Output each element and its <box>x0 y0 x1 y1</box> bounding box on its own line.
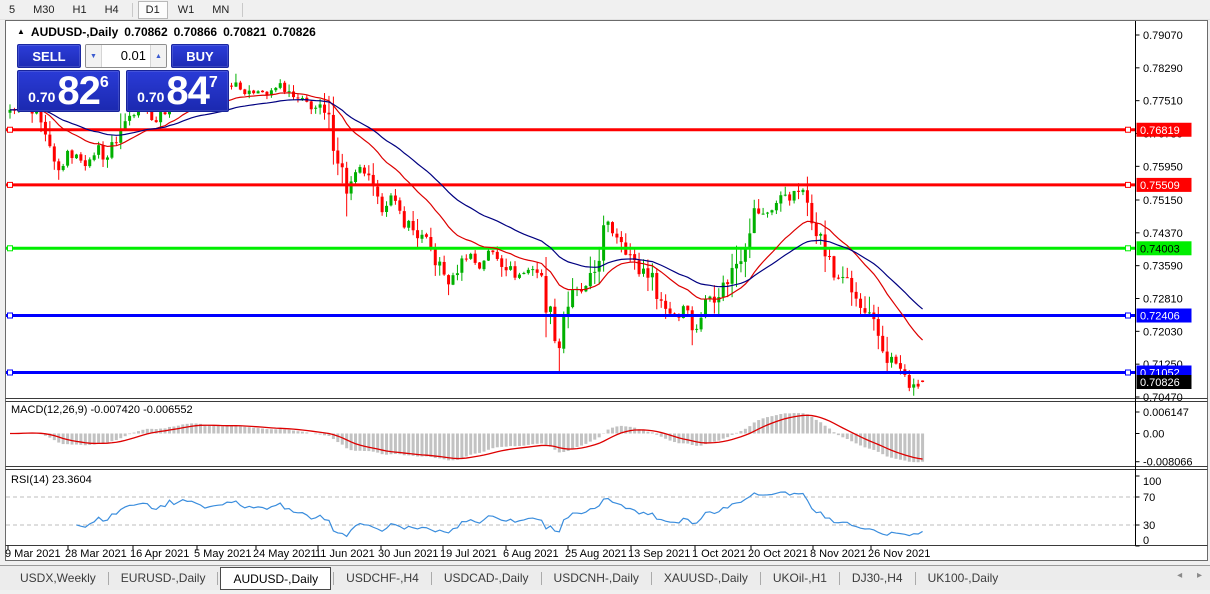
svg-text:19 Jul 2021: 19 Jul 2021 <box>440 548 497 560</box>
svg-text:MACD(12,26,9) -0.007420 -0.006: MACD(12,26,9) -0.007420 -0.006552 <box>11 404 193 416</box>
svg-text:13 Sep 2021: 13 Sep 2021 <box>628 548 690 560</box>
buy-button[interactable]: BUY <box>171 44 229 68</box>
svg-text:0.72406: 0.72406 <box>1140 311 1180 323</box>
one-click-trade-panel: SELL ▼ 0.01 ▲ BUY 0.70 82 6 0.70 84 7 <box>17 44 229 112</box>
sell-price-display[interactable]: 0.70 82 6 <box>17 70 120 112</box>
svg-text:1 Oct 2021: 1 Oct 2021 <box>692 548 746 560</box>
svg-text:0.73590: 0.73590 <box>1143 261 1183 273</box>
svg-text:24 May 2021: 24 May 2021 <box>253 548 317 560</box>
chart-tab-audusd-daily[interactable]: AUDUSD-,Daily <box>220 567 331 590</box>
chart-tab-ukoil-h1[interactable]: UKOil-,H1 <box>761 566 839 590</box>
tab-scroll-right-icon[interactable]: ▸ <box>1197 570 1202 581</box>
svg-text:0.75150: 0.75150 <box>1143 195 1183 207</box>
svg-text:11 Jun 2021: 11 Jun 2021 <box>315 548 375 560</box>
tab-divider <box>217 572 218 585</box>
timeframe-button-5[interactable]: 5 <box>1 1 23 19</box>
chart-tab-usdchf-h4[interactable]: USDCHF-,H4 <box>334 566 431 590</box>
svg-text:0.75509: 0.75509 <box>1140 180 1180 192</box>
ohlc-close: 0.70826 <box>272 25 315 39</box>
timeframe-button-h1[interactable]: H1 <box>65 1 95 19</box>
svg-text:0.70826: 0.70826 <box>1140 377 1180 389</box>
chart-tab-uk100-daily[interactable]: UK100-,Daily <box>916 566 1011 590</box>
volume-increase-icon[interactable]: ▲ <box>150 45 166 67</box>
chart-tab-xauusd-daily[interactable]: XAUUSD-,Daily <box>652 566 760 590</box>
chart-tab-eurusd-daily[interactable]: EURUSD-,Daily <box>109 566 218 590</box>
svg-text:26 Nov 2021: 26 Nov 2021 <box>868 548 930 560</box>
timeframe-toolbar: 5M30H1H4 D1W1MN <box>0 0 1210 20</box>
svg-text:0.00: 0.00 <box>1143 429 1164 441</box>
svg-text:0: 0 <box>1143 535 1149 547</box>
timeframe-button-mn[interactable]: MN <box>204 1 237 19</box>
svg-text:20 Oct 2021: 20 Oct 2021 <box>748 548 808 560</box>
tab-scroll-left-icon[interactable]: ◂ <box>1177 570 1182 581</box>
timeframe-button-w1[interactable]: W1 <box>170 1 203 19</box>
svg-text:0.72810: 0.72810 <box>1143 294 1183 306</box>
svg-text:9 Mar 2021: 9 Mar 2021 <box>5 548 61 560</box>
svg-text:0.74370: 0.74370 <box>1143 228 1183 240</box>
svg-text:8 Nov 2021: 8 Nov 2021 <box>810 548 866 560</box>
sell-price-pips: 82 <box>57 75 100 108</box>
volume-field[interactable]: 0.01 <box>102 45 150 67</box>
svg-text:28 Mar 2021: 28 Mar 2021 <box>65 548 127 560</box>
svg-text:30: 30 <box>1143 520 1155 532</box>
chart-tab-dj30-h4[interactable]: DJ30-,H4 <box>840 566 915 590</box>
ohlc-open: 0.70862 <box>124 25 167 39</box>
svg-text:0.70470: 0.70470 <box>1143 392 1183 404</box>
svg-text:0.006147: 0.006147 <box>1143 407 1189 419</box>
timeframe-button-h4[interactable]: H4 <box>97 1 127 19</box>
toolbar-divider <box>132 3 133 17</box>
sell-price-prefix: 0.70 <box>28 89 55 105</box>
svg-text:0.76819: 0.76819 <box>1140 125 1180 137</box>
svg-text:0.77510: 0.77510 <box>1143 96 1183 108</box>
svg-text:0.74003: 0.74003 <box>1140 243 1180 255</box>
svg-text:0.75950: 0.75950 <box>1143 161 1183 173</box>
toolbar-divider <box>242 3 243 17</box>
mt4-terminal: { "toolbar": { "items": [ {"label":"5","… <box>0 0 1210 589</box>
sell-price-point: 6 <box>100 74 109 92</box>
ohlc-high: 0.70866 <box>174 25 217 39</box>
sell-button[interactable]: SELL <box>17 44 81 68</box>
chart-tab-usdx-weekly[interactable]: USDX,Weekly <box>8 566 108 590</box>
timeframe-button-m30[interactable]: M30 <box>25 1 62 19</box>
ohlc-low: 0.70821 <box>223 25 266 39</box>
svg-text:RSI(14) 23.3604: RSI(14) 23.3604 <box>11 474 92 486</box>
timeframe-button-d1[interactable]: D1 <box>138 1 168 19</box>
buy-price-prefix: 0.70 <box>137 89 164 105</box>
svg-text:5 May 2021: 5 May 2021 <box>194 548 251 560</box>
chart-symbol-label: AUDUSD-,Daily <box>31 25 118 39</box>
svg-text:70: 70 <box>1143 492 1155 504</box>
svg-text:100: 100 <box>1143 476 1161 488</box>
chart-tab-bar: USDX,WeeklyEURUSD-,DailyAUDUSD-,DailyUSD… <box>0 565 1210 590</box>
collapse-arrow-icon[interactable]: ▲ <box>17 28 25 36</box>
svg-text:16 Apr 2021: 16 Apr 2021 <box>130 548 189 560</box>
svg-text:-0.008066: -0.008066 <box>1143 457 1193 469</box>
svg-text:0.79070: 0.79070 <box>1143 30 1183 42</box>
tab-scroll-arrows: ◂ ▸ <box>1165 570 1202 581</box>
volume-stepper: ▼ 0.01 ▲ <box>85 44 167 68</box>
buy-price-pips: 84 <box>166 75 209 108</box>
svg-text:25 Aug 2021: 25 Aug 2021 <box>565 548 627 560</box>
volume-decrease-icon[interactable]: ▼ <box>86 45 102 67</box>
svg-text:30 Jun 2021: 30 Jun 2021 <box>378 548 439 560</box>
buy-price-display[interactable]: 0.70 84 7 <box>126 70 229 112</box>
chart-tab-usdcnh-daily[interactable]: USDCNH-,Daily <box>542 566 651 590</box>
chart-tab-usdcad-daily[interactable]: USDCAD-,Daily <box>432 566 541 590</box>
svg-text:0.72030: 0.72030 <box>1143 326 1183 338</box>
buy-price-point: 7 <box>209 74 218 92</box>
svg-text:6 Aug 2021: 6 Aug 2021 <box>503 548 559 560</box>
chart-header: ▲ AUDUSD-,Daily 0.70862 0.70866 0.70821 … <box>17 25 316 39</box>
svg-text:0.78290: 0.78290 <box>1143 63 1183 75</box>
